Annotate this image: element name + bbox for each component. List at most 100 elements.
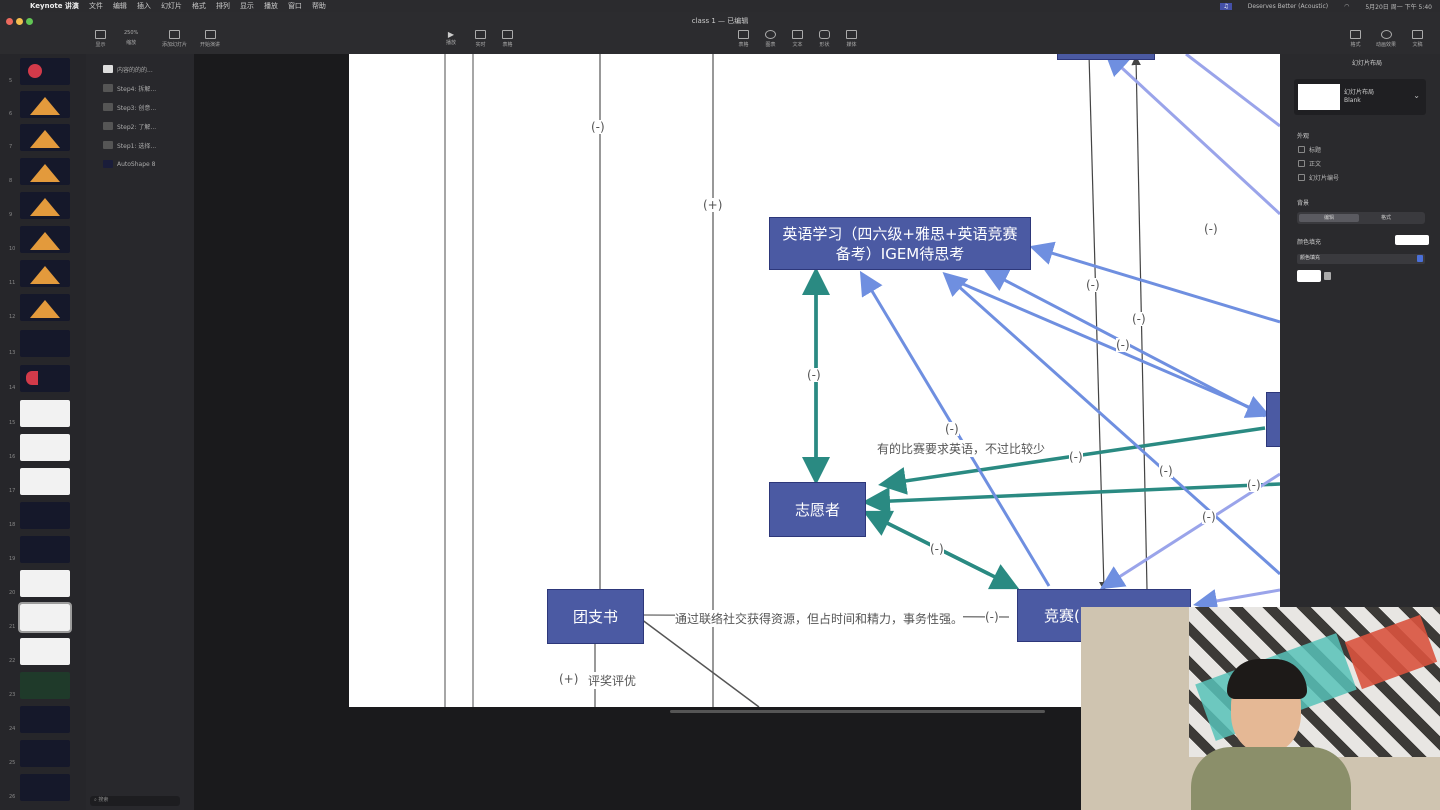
- slide-thumbnail[interactable]: [20, 774, 70, 801]
- table-top-button[interactable]: 表格: [502, 30, 513, 48]
- layout-picker[interactable]: 幻灯片布局 Blank ⌄: [1294, 79, 1426, 115]
- app-menu[interactable]: Keynote 讲演: [30, 1, 79, 11]
- slide-thumbnail[interactable]: [20, 400, 70, 427]
- slide-thumbnail[interactable]: [20, 706, 70, 733]
- slide-thumbnail[interactable]: [20, 672, 70, 699]
- slide-thumbnail[interactable]: [20, 226, 70, 253]
- horizontal-scrollbar[interactable]: [670, 710, 1045, 713]
- now-playing-icon[interactable]: ♫: [1220, 2, 1232, 10]
- seg-format[interactable]: 格式: [1381, 214, 1391, 221]
- title-checkbox[interactable]: 标题: [1298, 145, 1321, 154]
- fill-type-select[interactable]: 颜色填充: [1297, 254, 1425, 264]
- menu-help[interactable]: 帮助: [312, 1, 326, 11]
- chevron-down-icon: ⌄: [1413, 91, 1420, 100]
- now-playing-title[interactable]: Deserves Better (Acoustic): [1248, 3, 1328, 10]
- toolbar: class 1 — 已编辑 显示 250% 缩放 添加幻灯片 开始演讲 ▶ 播放 实…: [0, 12, 1440, 55]
- edge-label-minus: (-): [1069, 450, 1083, 464]
- menu-format[interactable]: 格式: [192, 1, 206, 11]
- pyramid-image: [30, 164, 60, 182]
- document-button[interactable]: 文稿: [1412, 30, 1423, 48]
- slide-number-checkbox[interactable]: 幻灯片编号: [1298, 173, 1339, 182]
- seg-edit[interactable]: 编辑: [1299, 214, 1359, 222]
- edge-label-minus: (-): [945, 422, 959, 436]
- object-list-item[interactable]: Step4: 拆解...: [103, 81, 188, 95]
- brush-icon: [1350, 30, 1361, 39]
- edge-label-minus: (-): [930, 542, 944, 556]
- view-button[interactable]: 显示: [95, 30, 106, 48]
- slide-thumbnail[interactable]: [20, 740, 70, 767]
- slide-thumbnail[interactable]: [20, 91, 70, 118]
- object-list-item[interactable]: Step2: 了解...: [103, 119, 188, 133]
- object-list-item[interactable]: 内容的的的...: [103, 62, 188, 76]
- slide-thumbnail-selected[interactable]: [18, 602, 72, 633]
- slide-thumbnail[interactable]: [20, 536, 70, 563]
- color-swatch[interactable]: [1297, 270, 1321, 282]
- menu-window[interactable]: 窗口: [288, 1, 302, 11]
- red-shape: [26, 371, 38, 385]
- slide-thumbnail[interactable]: [20, 502, 70, 529]
- slide-thumbnail[interactable]: [20, 570, 70, 597]
- slide-thumbnail[interactable]: [20, 192, 70, 219]
- search-field[interactable]: ⌕ 搜索: [90, 796, 180, 806]
- menu-insert[interactable]: 插入: [137, 1, 151, 11]
- object-list-item[interactable]: Step1: 选择...: [103, 138, 188, 152]
- slide-thumbnail[interactable]: [20, 365, 70, 392]
- edge-label-minus: (-): [591, 120, 605, 134]
- fill-color-well[interactable]: [1395, 235, 1429, 245]
- edge-label-minus: (-): [1159, 464, 1173, 478]
- menu-slide[interactable]: 幻灯片: [161, 1, 182, 11]
- table-button[interactable]: 表格: [738, 30, 749, 48]
- rehearse-button[interactable]: 开始演讲: [200, 30, 220, 48]
- slide-thumbnail[interactable]: [20, 124, 70, 151]
- live-icon: [475, 30, 486, 39]
- slide-thumbnail[interactable]: [20, 260, 70, 287]
- text-button[interactable]: 文本: [792, 30, 803, 48]
- media-button[interactable]: 媒体: [846, 30, 857, 48]
- logo-image: [28, 64, 42, 78]
- clock[interactable]: 5月20日 周一 下午 5:40: [1365, 2, 1432, 11]
- object-list-item[interactable]: Step3: 创意...: [103, 100, 188, 114]
- object-list-item[interactable]: AutoShape 8: [103, 157, 188, 171]
- image-icon: [103, 65, 113, 73]
- window-title: class 1 — 已编辑: [691, 17, 749, 25]
- chart-icon: [765, 30, 776, 39]
- body-checkbox[interactable]: 正文: [1298, 159, 1321, 168]
- slide-thumbnail[interactable]: [20, 434, 70, 461]
- slide-thumbnail[interactable]: [20, 638, 70, 665]
- webcam-overlay: [1081, 607, 1440, 810]
- slide-navigator[interactable]: 5 6 7 8 9 10 11 12 13 14 15 16 17 18 19 …: [0, 54, 87, 810]
- play-button[interactable]: ▶ 播放: [446, 30, 456, 46]
- slide-thumbnail[interactable]: [20, 294, 70, 321]
- slide-thumbnail[interactable]: [20, 158, 70, 185]
- slide-thumbnail[interactable]: [20, 58, 70, 85]
- slide-thumbnail[interactable]: [20, 468, 70, 495]
- menu-arrange[interactable]: 排列: [216, 1, 230, 11]
- edge-label-plus: (+): [703, 198, 723, 212]
- shape-button[interactable]: 形状: [819, 30, 830, 48]
- chart-button[interactable]: 图表: [765, 30, 776, 48]
- node-partial-right[interactable]: [1266, 392, 1280, 447]
- zoom-select[interactable]: 250% 缩放: [124, 30, 138, 46]
- add-slide-button[interactable]: 添加幻灯片: [162, 30, 187, 48]
- edge-label-minus: (-): [1132, 312, 1146, 326]
- wifi-icon[interactable]: ◠: [1344, 3, 1349, 10]
- node-league-secretary[interactable]: 团支书: [547, 589, 644, 644]
- menu-view[interactable]: 显示: [240, 1, 254, 11]
- format-button[interactable]: 格式: [1350, 30, 1361, 48]
- menu-play[interactable]: 播放: [264, 1, 278, 11]
- slide-thumbnail[interactable]: [20, 330, 70, 357]
- menu-edit[interactable]: 编辑: [113, 1, 127, 11]
- select-arrow-icon: [1417, 255, 1423, 262]
- node-volunteer[interactable]: 志愿者: [769, 482, 866, 537]
- live-button[interactable]: 实时: [475, 30, 486, 48]
- animate-icon: [1380, 30, 1392, 39]
- node-partial-top[interactable]: [1057, 54, 1155, 60]
- inspector-tab[interactable]: 幻灯片布局: [1352, 58, 1382, 67]
- pyramid-image: [30, 232, 60, 250]
- node-english-study[interactable]: 英语学习（四六级+雅思+英语竞赛备考）IGEM待思考: [769, 217, 1031, 270]
- animate-button[interactable]: 动画效果: [1376, 30, 1396, 48]
- menu-file[interactable]: 文件: [89, 1, 103, 11]
- color-picker-icon[interactable]: [1324, 272, 1331, 280]
- background-segmented-control[interactable]: 编辑 格式: [1297, 212, 1425, 224]
- edge-label-league-comp: 通过联络社交获得资源，但占时间和精力，事务性强。: [675, 610, 964, 627]
